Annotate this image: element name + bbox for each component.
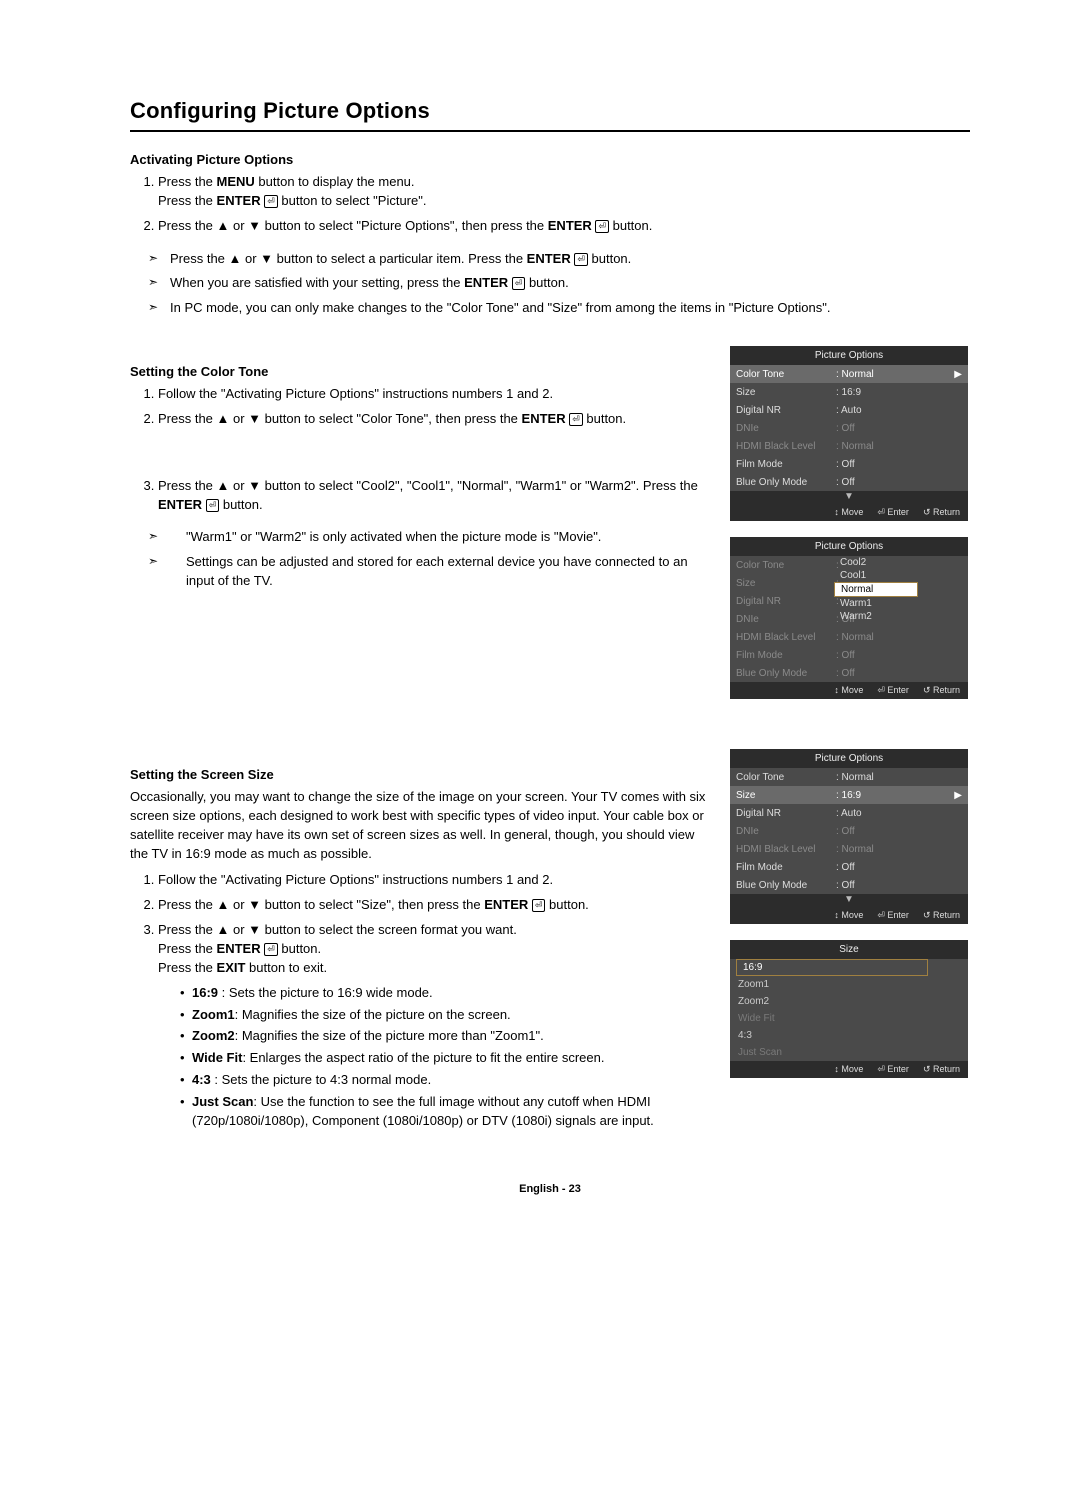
osd-row: Color Tone: Normal▶ xyxy=(730,365,968,383)
osd-picture-options-2: Picture Options Color Tone:Size:Digital … xyxy=(730,537,968,699)
enter-icon: ⏎ xyxy=(574,253,588,266)
osd-row: Color Tone: Normal xyxy=(730,768,968,786)
enter-icon: ⏎ xyxy=(206,499,220,512)
osd-option: 4:3 xyxy=(730,1027,968,1044)
activating-steps: Press the MENU button to display the men… xyxy=(130,173,970,236)
osd-row: HDMI Black Level: Normal xyxy=(730,840,968,858)
list-item: Wide Fit: Enlarges the aspect ratio of t… xyxy=(182,1049,710,1068)
screensize-intro: Occasionally, you may want to change the… xyxy=(130,788,710,863)
note-item: When you are satisfied with your setting… xyxy=(130,274,970,293)
osd-option: 16:9 xyxy=(736,959,928,976)
enter-icon: ⏎ xyxy=(264,195,278,208)
step-3: Press the ▲ or ▼ button to select the sc… xyxy=(158,921,710,1130)
osd-footer: ↕ Move ⏎ Enter ↺ Return xyxy=(730,682,968,699)
osd-option: Just Scan xyxy=(730,1044,968,1061)
list-item: Zoom2: Magnifies the size of the picture… xyxy=(182,1027,710,1046)
section-activating-heading: Activating Picture Options xyxy=(130,152,970,167)
step-2: Press the ▲ or ▼ button to select "Pictu… xyxy=(158,217,970,236)
osd-more-arrow: ▼ xyxy=(730,894,968,907)
osd-size: Size 16:9Zoom1Zoom2Wide Fit4:3Just Scan … xyxy=(730,940,968,1078)
page-title: Configuring Picture Options xyxy=(130,98,970,132)
enter-icon: ⏎ xyxy=(569,413,583,426)
osd-row: HDMI Black Level: Normal xyxy=(730,437,968,455)
note-item: "Warm1" or "Warm2" is only activated whe… xyxy=(130,528,710,547)
osd-row: Size: 16:9 xyxy=(730,383,968,401)
section-colortone-heading: Setting the Color Tone xyxy=(130,364,710,379)
step-3: Press the ▲ or ▼ button to select "Cool2… xyxy=(158,477,710,515)
osd-row: Digital NR: Auto xyxy=(730,401,968,419)
enter-icon: ⏎ xyxy=(595,220,609,233)
osd-picture-options-3: Picture Options Color Tone: NormalSize: … xyxy=(730,749,968,924)
step-1: Follow the "Activating Picture Options" … xyxy=(158,385,710,404)
page-number: English - 23 xyxy=(130,1183,970,1195)
step-2: Press the ▲ or ▼ button to select "Size"… xyxy=(158,896,710,915)
osd-footer: ↕ Move ⏎ Enter ↺ Return xyxy=(730,504,968,521)
list-item: 4:3 : Sets the picture to 4:3 normal mod… xyxy=(182,1071,710,1090)
osd-option: Warm1 xyxy=(730,597,968,610)
enter-icon: ⏎ xyxy=(532,899,546,912)
colortone-steps: Follow the "Activating Picture Options" … xyxy=(130,385,710,429)
manual-page: Configuring Picture Options Activating P… xyxy=(0,0,1080,1235)
osd-more-arrow: ▼ xyxy=(730,491,968,504)
osd-option: Zoom2 xyxy=(730,993,968,1010)
osd-picture-options-1: Picture Options Color Tone: Normal▶Size:… xyxy=(730,346,968,521)
section-screensize-heading: Setting the Screen Size xyxy=(130,767,710,782)
note-item: Press the ▲ or ▼ button to select a part… xyxy=(130,250,970,269)
osd-dropdown: Cool2Cool1NormalWarm1Warm2 xyxy=(730,556,968,623)
osd-title: Picture Options xyxy=(730,537,968,556)
osd-row: Blue Only Mode: Off xyxy=(730,664,968,682)
note-item: Settings can be adjusted and stored for … xyxy=(130,553,710,591)
osd-title: Size xyxy=(730,940,968,959)
enter-icon: ⏎ xyxy=(512,277,526,290)
list-item: Zoom1: Magnifies the size of the picture… xyxy=(182,1006,710,1025)
osd-option: Wide Fit xyxy=(730,1010,968,1027)
osd-option: Cool2 xyxy=(730,556,968,569)
colortone-steps-cont: Press the ▲ or ▼ button to select "Cool2… xyxy=(130,477,710,515)
osd-row: Blue Only Mode: Off xyxy=(730,876,968,894)
osd-row: Size: 16:9▶ xyxy=(730,786,968,804)
osd-row: DNIe: Off xyxy=(730,419,968,437)
note-item: In PC mode, you can only make changes to… xyxy=(130,299,970,318)
osd-row: Film Mode: Off xyxy=(730,646,968,664)
step-1: Press the MENU button to display the men… xyxy=(158,173,970,211)
osd-row: HDMI Black Level: Normal xyxy=(730,628,968,646)
step-2: Press the ▲ or ▼ button to select "Color… xyxy=(158,410,710,429)
osd-title: Picture Options xyxy=(730,346,968,365)
osd-title: Picture Options xyxy=(730,749,968,768)
osd-row: Digital NR: Auto xyxy=(730,804,968,822)
list-item: Just Scan: Use the function to see the f… xyxy=(182,1093,710,1131)
osd-option: Normal xyxy=(834,582,918,597)
list-item: 16:9 : Sets the picture to 16:9 wide mod… xyxy=(182,984,710,1003)
osd-option: Warm2 xyxy=(730,610,968,623)
osd-row: Film Mode: Off xyxy=(730,455,968,473)
size-options-list: 16:9 : Sets the picture to 16:9 wide mod… xyxy=(158,984,710,1131)
enter-icon: ⏎ xyxy=(264,943,278,956)
osd-row: Blue Only Mode: Off xyxy=(730,473,968,491)
osd-footer: ↕ Move ⏎ Enter ↺ Return xyxy=(730,1061,968,1078)
osd-row: Film Mode: Off xyxy=(730,858,968,876)
osd-option: Cool1 xyxy=(730,569,968,582)
step-1: Follow the "Activating Picture Options" … xyxy=(158,871,710,890)
osd-row: DNIe: Off xyxy=(730,822,968,840)
screensize-steps: Follow the "Activating Picture Options" … xyxy=(130,871,710,1130)
osd-footer: ↕ Move ⏎ Enter ↺ Return xyxy=(730,907,968,924)
osd-option: Zoom1 xyxy=(730,976,968,993)
